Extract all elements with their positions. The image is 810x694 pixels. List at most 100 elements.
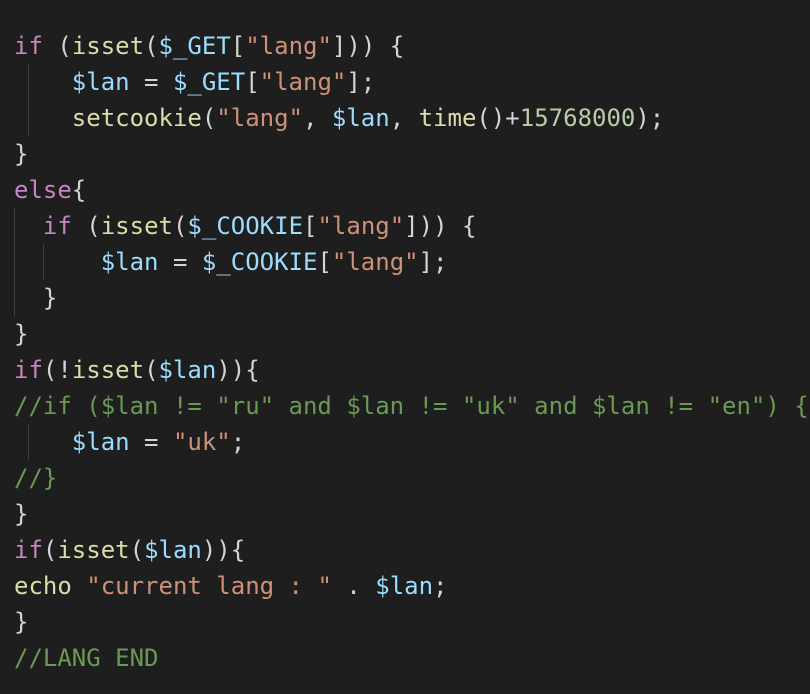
code-line[interactable]: echo "current lang : " . $lan; xyxy=(14,568,809,604)
code-token: [ xyxy=(317,248,332,276)
indent-guide xyxy=(28,100,29,136)
code-token: echo xyxy=(14,572,72,600)
code-line[interactable]: } xyxy=(14,604,809,640)
code-token: = xyxy=(158,248,202,276)
code-token: ; xyxy=(433,572,448,600)
code-line[interactable]: } xyxy=(14,496,809,532)
code-token: "lang" xyxy=(259,68,347,96)
indent-guide xyxy=(14,244,15,280)
indent-guide xyxy=(28,64,29,100)
code-token: [ xyxy=(303,212,318,240)
indent-guide xyxy=(28,424,29,460)
code-token: //} xyxy=(14,464,58,492)
code-token: ); xyxy=(635,104,665,132)
code-token: $lan xyxy=(331,104,390,132)
code-line[interactable]: $lan = "uk"; xyxy=(14,424,809,460)
code-token: (! xyxy=(42,356,72,384)
code-token: } xyxy=(14,284,58,312)
code-token: isset xyxy=(100,212,173,240)
indent-guide xyxy=(43,244,44,280)
code-line[interactable]: if (isset($_COOKIE["lang"])) { xyxy=(14,208,809,244)
code-token: $_GET xyxy=(158,32,231,60)
code-token: //LANG END xyxy=(14,644,159,672)
code-token: if xyxy=(14,32,43,60)
code-token: isset xyxy=(71,32,145,60)
code-token: . xyxy=(331,572,376,600)
indent-guide xyxy=(14,208,15,244)
code-token: isset xyxy=(57,536,130,564)
code-line[interactable]: $lan = $_GET["lang"]; xyxy=(14,64,809,100)
code-token: ( xyxy=(71,212,101,240)
code-token: = xyxy=(129,428,173,456)
code-line[interactable]: if(isset($lan)){ xyxy=(14,532,809,568)
code-token: { xyxy=(71,176,87,204)
code-token: //if ($lan != "ru" and $lan != "uk" and … xyxy=(14,392,809,420)
code-token: $_COOKIE xyxy=(187,212,304,240)
code-token: , xyxy=(389,104,419,132)
code-token: "lang" xyxy=(317,212,405,240)
code-token: ])) { xyxy=(404,212,477,240)
code-token: ( xyxy=(144,356,159,384)
code-token: setcookie xyxy=(71,104,202,132)
code-token: $lan xyxy=(71,68,130,96)
code-area[interactable]: if (isset($_GET["lang"])) { $lan = $_GET… xyxy=(14,28,809,676)
code-token: ]; xyxy=(418,248,448,276)
code-token: 15768000 xyxy=(519,104,636,132)
code-token: ( xyxy=(42,536,58,564)
code-token: ()+ xyxy=(476,104,520,132)
code-token: ( xyxy=(201,104,217,132)
code-token: "lang" xyxy=(245,32,332,60)
code-token: )){ xyxy=(216,356,260,384)
code-token: if xyxy=(14,356,43,384)
code-line[interactable]: } xyxy=(14,316,809,352)
code-token: { xyxy=(230,536,246,564)
code-token: "current lang : " xyxy=(86,572,332,600)
code-line[interactable]: //} xyxy=(14,460,809,496)
code-token: } xyxy=(14,320,29,348)
code-line[interactable]: setcookie("lang", $lan, time()+15768000)… xyxy=(14,100,809,136)
code-line[interactable]: } xyxy=(14,136,809,172)
code-line[interactable]: } xyxy=(14,280,809,316)
code-line[interactable]: //if ($lan != "ru" and $lan != "uk" and … xyxy=(14,388,809,424)
code-editor[interactable]: if (isset($_GET["lang"])) { $lan = $_GET… xyxy=(0,0,810,694)
code-token: ]; xyxy=(346,68,376,96)
code-token: $lan xyxy=(375,572,434,600)
code-token: $_GET xyxy=(172,68,246,96)
code-token: if xyxy=(14,536,43,564)
code-token: } xyxy=(14,500,29,528)
code-line[interactable]: if(!isset($lan)){ xyxy=(14,352,809,388)
code-token: } xyxy=(14,608,29,636)
code-token: "lang" xyxy=(331,248,419,276)
code-token: ( xyxy=(129,536,145,564)
code-token: $lan xyxy=(71,428,130,456)
code-token: "lang" xyxy=(216,104,303,132)
code-token: $lan xyxy=(144,536,202,564)
code-token: $lan xyxy=(100,248,159,276)
code-token: ( xyxy=(42,32,72,60)
code-token: ( xyxy=(144,32,159,60)
code-token: else xyxy=(14,176,72,204)
code-token: } xyxy=(14,140,29,168)
code-token: ])) { xyxy=(331,32,405,60)
code-token: [ xyxy=(245,68,260,96)
code-token: = xyxy=(129,68,173,96)
code-token: time xyxy=(418,104,477,132)
code-token: ; xyxy=(230,428,246,456)
code-line[interactable]: //LANG END xyxy=(14,640,809,676)
code-line[interactable]: else{ xyxy=(14,172,809,208)
code-token: ( xyxy=(172,212,188,240)
code-line[interactable]: $lan = $_COOKIE["lang"]; xyxy=(14,244,809,280)
indent-guide xyxy=(14,280,15,316)
code-token: )) xyxy=(201,536,231,564)
code-line[interactable]: if (isset($_GET["lang"])) { xyxy=(14,28,809,64)
code-token: isset xyxy=(71,356,145,384)
code-token: $_COOKIE xyxy=(201,248,318,276)
code-token: [ xyxy=(230,32,246,60)
code-token: , xyxy=(303,104,332,132)
